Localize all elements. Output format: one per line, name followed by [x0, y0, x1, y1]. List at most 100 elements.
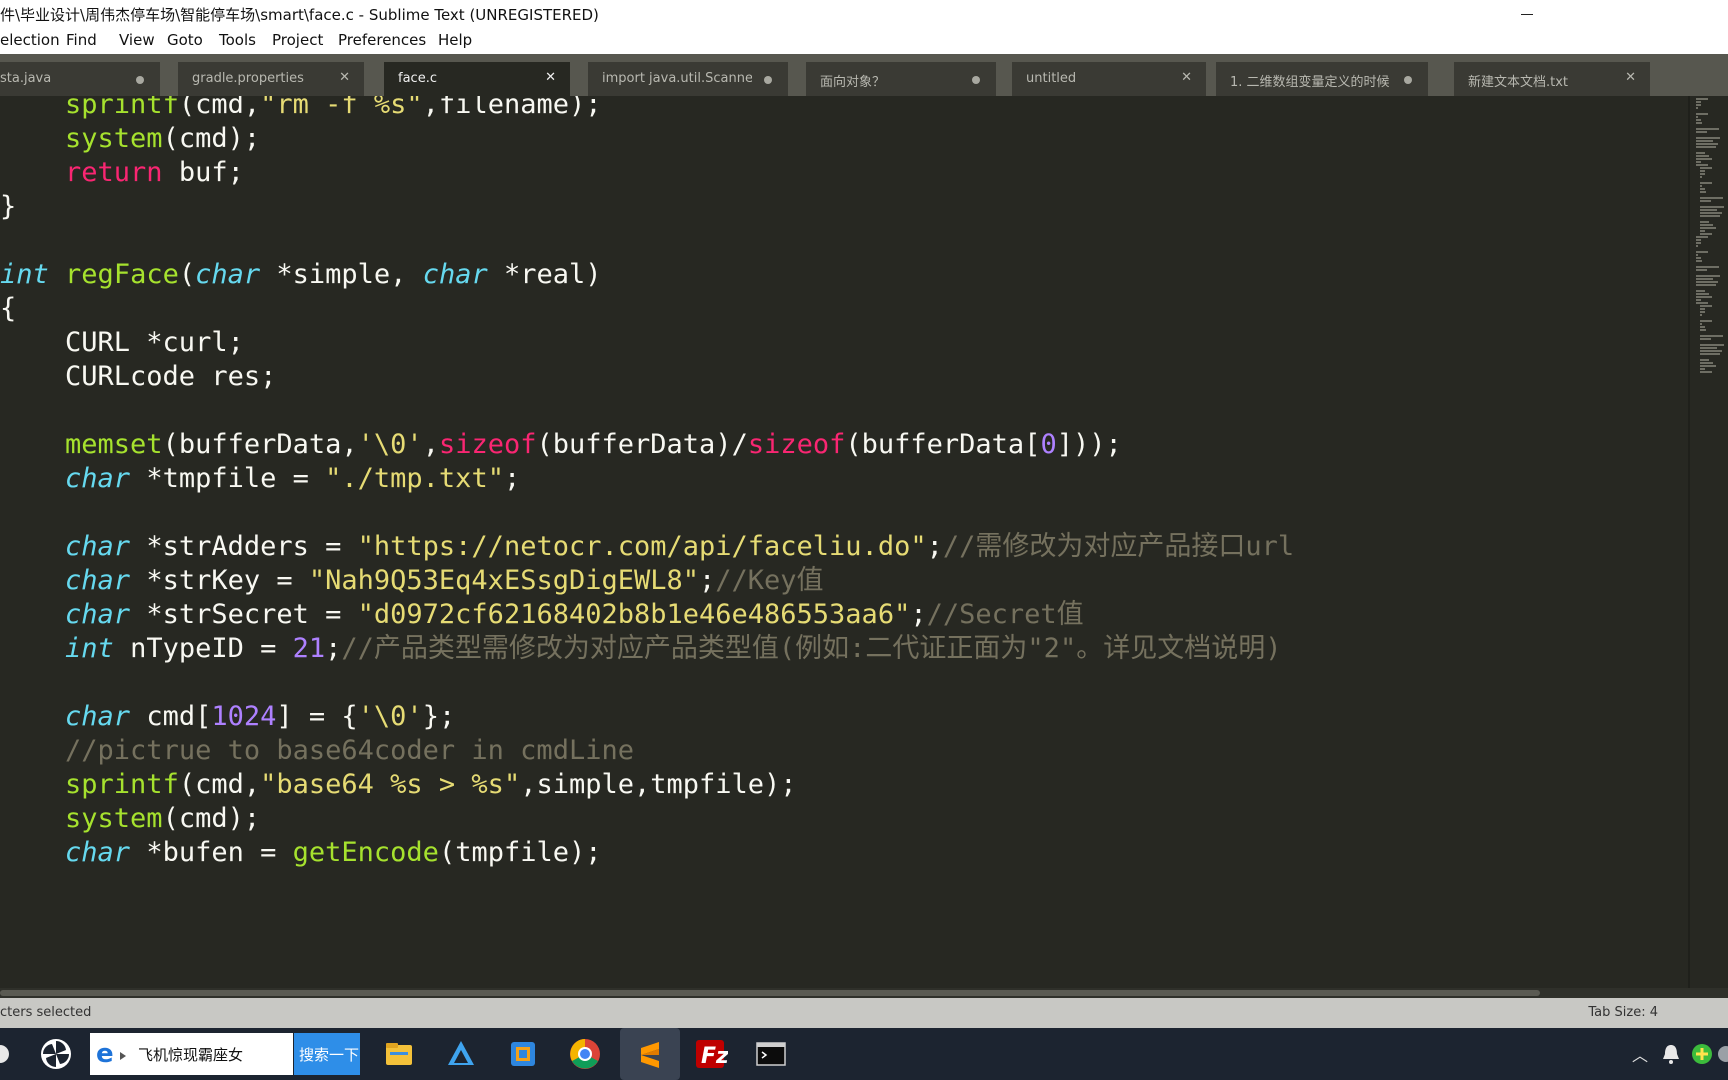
- minimap-line: [1700, 233, 1712, 235]
- app-window-icon[interactable]: [505, 1036, 541, 1072]
- menu-find[interactable]: Find: [66, 31, 97, 49]
- minimap-line: [1696, 122, 1702, 124]
- token-plain: {: [0, 293, 17, 324]
- code-line[interactable]: int nTypeID = 21;//产品类型需修改为对应产品类型值(例如:二代…: [0, 632, 1281, 666]
- search-button[interactable]: 搜索一下: [294, 1033, 360, 1075]
- code-line[interactable]: char *strSecret = "d0972cf62168402b8b1e4…: [0, 598, 1084, 632]
- code-line[interactable]: char *bufen = getEncode(tmpfile);: [0, 836, 601, 870]
- token-str: "https://netocr.com/api/faceliu.do": [357, 531, 927, 562]
- tab-gradle-properties[interactable]: gradle.properties ✕: [178, 62, 364, 96]
- menu-goto[interactable]: Goto: [167, 31, 203, 49]
- minimap-line: [1700, 197, 1723, 199]
- code-line[interactable]: char *tmpfile = "./tmp.txt";: [0, 462, 520, 496]
- code-line[interactable]: char *strKey = "Nah9Q53Eq4xESsgDigEWL8";…: [0, 564, 824, 598]
- token-typ: char: [65, 463, 131, 494]
- code-line[interactable]: //pictrue to base64coder in cmdLine: [0, 734, 634, 768]
- menu-help[interactable]: Help: [438, 31, 472, 49]
- minimap-line: [1696, 140, 1713, 142]
- scrollbar-thumb[interactable]: [0, 990, 1540, 996]
- minimap-line: [1696, 290, 1705, 292]
- minimap-line: [1700, 224, 1713, 226]
- code-line[interactable]: CURL *curl;: [0, 326, 244, 360]
- code-line[interactable]: CURLcode res;: [0, 360, 276, 394]
- tab-import-java[interactable]: import java.util.Scanner;: [588, 62, 788, 96]
- minimap-line: [1700, 365, 1716, 367]
- tab-sta-java[interactable]: sta.java: [0, 62, 160, 96]
- minimap-line: [1696, 164, 1708, 166]
- unsaved-dot-icon[interactable]: [764, 76, 772, 84]
- ie-icon: e: [96, 1039, 114, 1069]
- close-icon[interactable]: ✕: [545, 70, 556, 85]
- minimap-line: [1696, 104, 1701, 106]
- pinwheel-app-icon[interactable]: [38, 1036, 74, 1072]
- menu-tools[interactable]: Tools: [219, 31, 256, 49]
- unsaved-dot-icon[interactable]: [136, 76, 144, 84]
- window-title: 件\毕业设计\周伟杰停车场\智能停车场\smart\face.c - Subli…: [0, 6, 599, 24]
- add-icon[interactable]: [1690, 1042, 1714, 1066]
- tab-untitled[interactable]: untitled ✕: [1012, 62, 1206, 96]
- notification-icon[interactable]: [1660, 1042, 1682, 1066]
- code-line[interactable]: char *strAdders = "https://netocr.com/ap…: [0, 530, 1294, 564]
- sublime-text-taskbar-button[interactable]: [620, 1028, 680, 1080]
- token-plain: *tmpfile =: [130, 463, 326, 494]
- chevron-up-icon[interactable]: ︿: [1632, 1042, 1648, 1066]
- code-line[interactable]: sprintf(cmd,"rm -f %s",filename);: [0, 96, 601, 122]
- tab-object-oriented[interactable]: 面向对象？: [806, 62, 996, 96]
- token-str: "base64 %s > %s": [260, 769, 521, 800]
- minimap-line: [1696, 98, 1708, 100]
- unsaved-dot-icon[interactable]: [1404, 76, 1412, 84]
- cloud-app-icon[interactable]: [443, 1036, 479, 1072]
- code-line[interactable]: sprintf(cmd,"base64 %s > %s",simple,tmpf…: [0, 768, 797, 802]
- code-line[interactable]: memset(bufferData,'\0',sizeof(bufferData…: [0, 428, 1122, 462]
- tab-new-text-doc[interactable]: 新建文本文档.txt ✕: [1454, 62, 1650, 96]
- unsaved-dot-icon[interactable]: [972, 76, 980, 84]
- minimap-line: [1696, 266, 1719, 268]
- dropdown-arrow-icon[interactable]: [120, 1052, 126, 1060]
- token-fn: sprintf: [65, 96, 179, 120]
- token-kw: sizeof: [438, 429, 537, 460]
- minimap-line: [1700, 191, 1706, 193]
- token-plain: ]));: [1056, 429, 1122, 460]
- file-explorer-icon[interactable]: [381, 1036, 417, 1072]
- minimap-line: [1696, 155, 1709, 157]
- taskbar-search-box[interactable]: e 飞机惊现霸座女: [90, 1033, 293, 1075]
- start-icon[interactable]: [0, 1036, 10, 1072]
- menu-selection[interactable]: election: [0, 31, 60, 49]
- filezilla-icon[interactable]: Fz: [692, 1036, 728, 1072]
- close-icon[interactable]: ✕: [339, 70, 350, 85]
- code-line[interactable]: }: [0, 190, 16, 224]
- minimap[interactable]: [1690, 96, 1728, 988]
- code-line[interactable]: {: [0, 292, 16, 326]
- tab-face-c[interactable]: face.c ✕: [384, 62, 570, 96]
- token-typ: char: [65, 837, 131, 868]
- horizontal-scrollbar[interactable]: [0, 988, 1728, 998]
- tray-overflow-icon[interactable]: [1716, 1042, 1728, 1066]
- minimap-line: [1700, 329, 1706, 331]
- token-fn: getEncode: [292, 837, 439, 868]
- code-line[interactable]: char cmd[1024] = {'\0'};: [0, 700, 455, 734]
- tab-label: face.c: [398, 71, 437, 86]
- code-line[interactable]: system(cmd);: [0, 122, 260, 156]
- minimize-button[interactable]: [1516, 2, 1538, 24]
- token-plain: *real): [487, 259, 602, 290]
- tab-2d-array[interactable]: 1. 二维数组变量定义的时候: [1216, 62, 1428, 96]
- minimap-line: [1700, 212, 1722, 214]
- minimap-line: [1700, 221, 1709, 223]
- chrome-icon[interactable]: [567, 1036, 603, 1072]
- close-icon[interactable]: ✕: [1625, 70, 1636, 85]
- terminal-icon[interactable]: [753, 1036, 789, 1072]
- status-tab-size[interactable]: Tab Size: 4: [1588, 1005, 1658, 1020]
- code-line[interactable]: system(cmd);: [0, 802, 260, 836]
- minimap-line: [1696, 239, 1701, 241]
- code-editor[interactable]: sprintf(cmd,"rm -f %s",filename); system…: [0, 96, 1690, 988]
- code-line[interactable]: return buf;: [0, 156, 244, 190]
- menu-project[interactable]: Project: [272, 31, 323, 49]
- code-line[interactable]: int regFace(char *simple, char *real): [0, 258, 602, 292]
- token-typ: char: [65, 599, 131, 630]
- menu-preferences[interactable]: Preferences: [338, 31, 426, 49]
- menu-view[interactable]: View: [119, 31, 155, 49]
- search-query[interactable]: 飞机惊现霸座女: [138, 1044, 243, 1065]
- close-icon[interactable]: ✕: [1181, 70, 1192, 85]
